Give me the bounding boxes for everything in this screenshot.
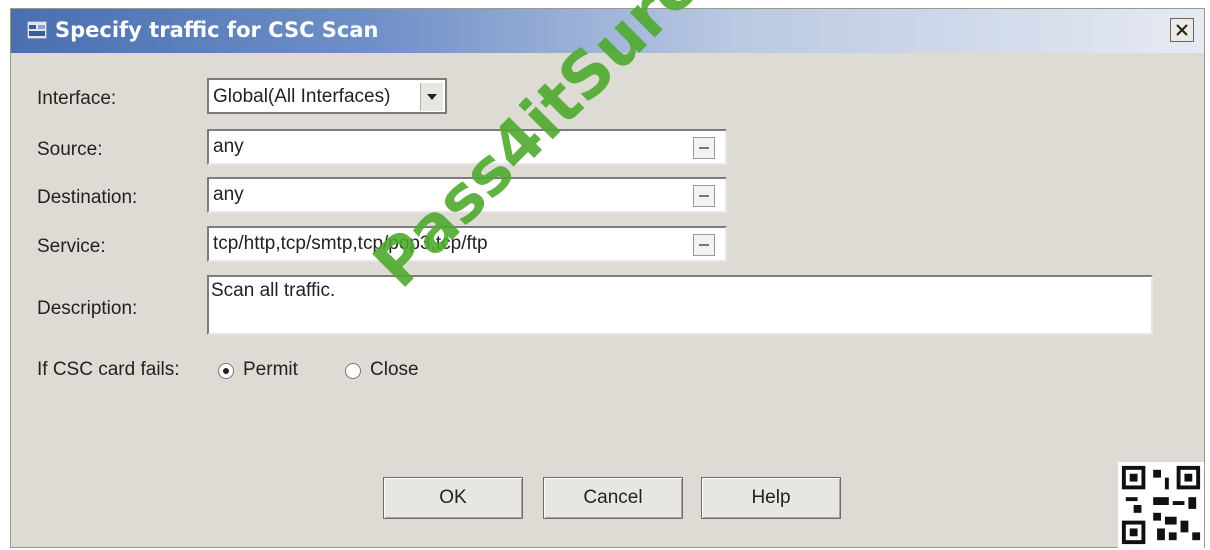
interface-select[interactable]: Global(All Interfaces): [207, 78, 447, 114]
qr-code-icon: [1118, 462, 1204, 548]
csc-fail-label: If CSC card fails:: [37, 359, 180, 380]
interface-value: Global(All Interfaces): [213, 86, 391, 107]
window-title: Specify traffic for CSC Scan: [55, 18, 379, 42]
close-icon: [1176, 24, 1188, 36]
chevron-down-icon: [427, 94, 437, 100]
interface-label: Interface:: [37, 88, 117, 109]
permit-radio[interactable]: [218, 363, 234, 379]
description-label: Description:: [37, 298, 138, 319]
interface-dropdown-button[interactable]: [420, 83, 443, 111]
service-browse-button[interactable]: [693, 234, 715, 256]
window-app-icon: [27, 21, 47, 39]
close-label: Close: [370, 359, 419, 380]
ok-button[interactable]: OK: [383, 477, 523, 519]
source-browse-button[interactable]: [693, 137, 715, 159]
source-label: Source:: [37, 139, 103, 160]
description-field[interactable]: Scan all traffic.: [207, 275, 1153, 335]
permit-label: Permit: [243, 359, 298, 380]
description-value: Scan all traffic.: [211, 280, 336, 301]
close-button[interactable]: [1170, 18, 1194, 42]
destination-browse-button[interactable]: [693, 185, 715, 207]
service-label: Service:: [37, 236, 106, 257]
source-value: any: [213, 136, 244, 157]
destination-label: Destination:: [37, 187, 138, 208]
destination-value: any: [213, 184, 244, 205]
cancel-button[interactable]: Cancel: [543, 477, 683, 519]
help-button[interactable]: Help: [701, 477, 841, 519]
close-radio[interactable]: [345, 363, 361, 379]
